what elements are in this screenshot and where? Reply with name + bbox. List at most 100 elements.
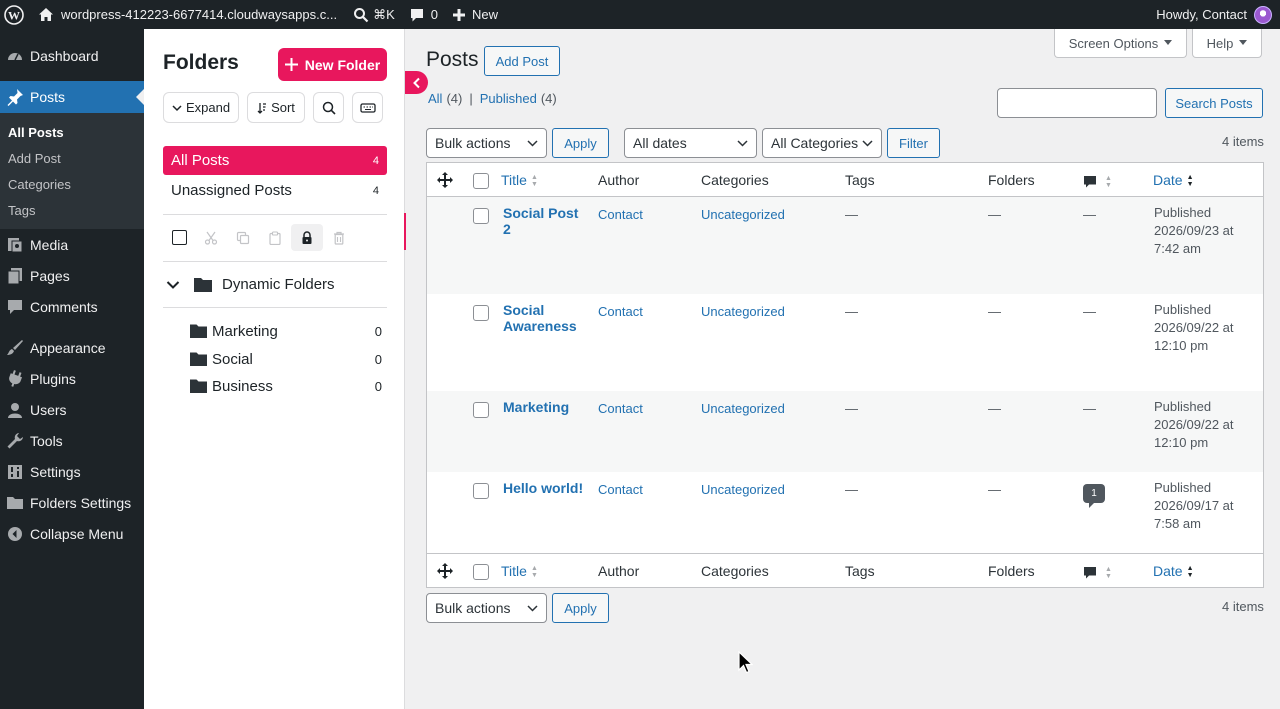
- post-title-link[interactable]: Marketing: [503, 399, 583, 415]
- lock-icon[interactable]: [291, 224, 323, 251]
- column-title-sort[interactable]: Title ▲ ▼: [501, 172, 538, 188]
- submenu-tags[interactable]: Tags: [0, 197, 144, 223]
- site-name-link[interactable]: wordpress-412223-6677414.cloudwaysapps.c…: [38, 0, 337, 29]
- menu-folders-settings[interactable]: Folders Settings: [0, 487, 144, 518]
- table-row: Marketing Contact Uncategorized — — — Pu…: [427, 391, 1263, 472]
- view-published-link[interactable]: Published: [480, 91, 537, 106]
- select-all-checkbox[interactable]: [473, 173, 489, 189]
- post-date: Published 2026/09/17 at 7:58 am: [1154, 480, 1234, 531]
- filter-button[interactable]: Filter: [887, 128, 940, 158]
- column-date-sort[interactable]: Date ▲ ▼: [1153, 563, 1194, 579]
- screen-options-button[interactable]: Screen Options: [1054, 29, 1187, 58]
- plus-icon: [452, 8, 465, 21]
- bulk-actions-select-bottom[interactable]: Bulk actions: [426, 593, 547, 623]
- post-folders: —: [988, 304, 1001, 319]
- view-all-link[interactable]: All: [428, 91, 442, 106]
- menu-dashboard[interactable]: Dashboard: [0, 40, 144, 71]
- add-post-button[interactable]: Add Post: [484, 46, 560, 76]
- post-comments: —: [1083, 401, 1096, 416]
- menu-comments[interactable]: Comments: [0, 291, 144, 322]
- new-content-button[interactable]: New: [452, 0, 498, 29]
- sort-icon: [257, 102, 267, 114]
- post-category-link[interactable]: Uncategorized: [701, 207, 785, 222]
- menu-collapse[interactable]: Collapse Menu: [0, 518, 144, 549]
- comment-bubble-icon: [1084, 567, 1096, 579]
- help-button[interactable]: Help: [1192, 29, 1262, 58]
- post-category-link[interactable]: Uncategorized: [701, 482, 785, 497]
- paintbrush-icon: [6, 339, 24, 357]
- post-title-link[interactable]: Hello world!: [503, 480, 603, 496]
- menu-posts[interactable]: Posts: [0, 81, 144, 113]
- cut-icon[interactable]: [195, 224, 227, 251]
- view-separator: |: [469, 91, 473, 106]
- post-category-link[interactable]: Uncategorized: [701, 401, 785, 416]
- row-checkbox[interactable]: [473, 402, 489, 418]
- user-icon: [6, 401, 24, 419]
- my-account-menu[interactable]: Howdy, Contact: [1156, 0, 1272, 29]
- folder-search-button[interactable]: [313, 92, 344, 123]
- apply-button[interactable]: Apply: [552, 128, 609, 158]
- move-icon[interactable]: [436, 171, 454, 189]
- command-palette-button[interactable]: ⌘K: [353, 0, 395, 29]
- chevron-down-icon: [862, 139, 873, 147]
- move-icon[interactable]: [436, 562, 454, 580]
- bulk-actions-select[interactable]: Bulk actions: [426, 128, 547, 158]
- folder-unassigned-posts[interactable]: Unassigned Posts 4: [163, 176, 387, 205]
- expand-button[interactable]: Expand: [163, 92, 239, 123]
- chevron-down-icon: [527, 139, 538, 147]
- submenu-all-posts[interactable]: All Posts: [0, 119, 144, 145]
- submenu-add-post[interactable]: Add Post: [0, 145, 144, 171]
- post-author-link[interactable]: Contact: [598, 304, 643, 319]
- row-checkbox[interactable]: [473, 305, 489, 321]
- search-posts-button[interactable]: Search Posts: [1165, 88, 1263, 118]
- post-author-link[interactable]: Contact: [598, 207, 643, 222]
- pages-icon: [6, 267, 24, 285]
- column-comments-sort[interactable]: ▲ ▼: [1083, 173, 1112, 189]
- comment-count-badge[interactable]: 1: [1083, 484, 1105, 508]
- menu-plugins[interactable]: Plugins: [0, 363, 144, 394]
- folder-item[interactable]: Social 0: [190, 347, 382, 371]
- categories-filter-select[interactable]: All Categories: [762, 128, 882, 158]
- apply-button-bottom[interactable]: Apply: [552, 593, 609, 623]
- dynamic-folders-toggle[interactable]: Dynamic Folders: [163, 272, 387, 297]
- menu-settings[interactable]: Settings: [0, 456, 144, 487]
- copy-icon[interactable]: [227, 224, 259, 251]
- post-category-link[interactable]: Uncategorized: [701, 304, 785, 319]
- menu-tools[interactable]: Tools: [0, 425, 144, 456]
- post-title-link[interactable]: Social Awareness: [503, 302, 583, 334]
- menu-appearance[interactable]: Appearance: [0, 332, 144, 363]
- submenu-categories[interactable]: Categories: [0, 171, 144, 197]
- folder-item[interactable]: Business 0: [190, 374, 382, 398]
- column-title-sort[interactable]: Title ▲ ▼: [501, 563, 538, 579]
- row-checkbox[interactable]: [473, 208, 489, 224]
- folder-all-posts[interactable]: All Posts 4: [163, 146, 387, 175]
- dates-filter-select[interactable]: All dates: [624, 128, 757, 158]
- row-checkbox[interactable]: [473, 483, 489, 499]
- new-label: New: [471, 7, 498, 22]
- folder-icon: [190, 379, 207, 393]
- post-title-link[interactable]: Social Post 2: [503, 205, 583, 237]
- menu-media[interactable]: Media: [0, 229, 144, 260]
- paste-icon[interactable]: [259, 224, 291, 251]
- new-folder-button[interactable]: New Folder: [278, 48, 387, 81]
- column-comments-sort[interactable]: ▲ ▼: [1083, 564, 1112, 580]
- column-date-sort[interactable]: Date ▲ ▼: [1153, 172, 1194, 188]
- comments-link[interactable]: 0: [409, 0, 438, 29]
- sort-button[interactable]: Sort: [247, 92, 305, 123]
- trash-icon[interactable]: [323, 224, 355, 251]
- post-tags: —: [845, 401, 858, 416]
- folder-item[interactable]: Marketing 0: [190, 319, 382, 343]
- wordpress-logo-icon[interactable]: W: [0, 0, 28, 29]
- post-tags: —: [845, 304, 858, 319]
- menu-users[interactable]: Users: [0, 394, 144, 425]
- select-all-checkbox[interactable]: [163, 224, 195, 251]
- keyboard-shortcuts-button[interactable]: [352, 92, 383, 123]
- menu-pages[interactable]: Pages: [0, 260, 144, 291]
- sort-arrows-icon: ▲ ▼: [530, 174, 538, 189]
- search-posts-input[interactable]: [997, 88, 1157, 118]
- select-all-checkbox[interactable]: [473, 564, 489, 580]
- post-author-link[interactable]: Contact: [598, 401, 643, 416]
- site-name: wordpress-412223-6677414.cloudwaysapps.c…: [61, 7, 338, 22]
- post-author-link[interactable]: Contact: [598, 482, 643, 497]
- page-title: Posts: [426, 48, 479, 71]
